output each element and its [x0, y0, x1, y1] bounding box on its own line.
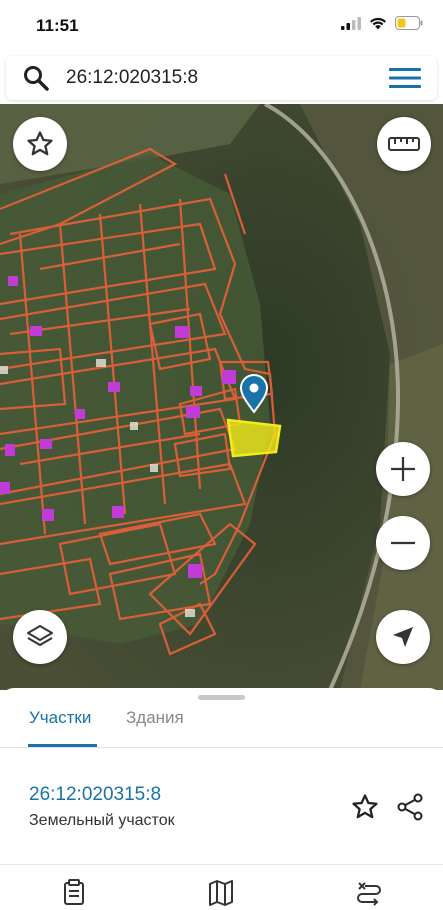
tab-buildings[interactable]: Здания	[126, 708, 184, 728]
layers-button[interactable]	[13, 610, 67, 664]
satellite-map[interactable]	[0, 104, 443, 690]
sheet-handle[interactable]	[198, 695, 245, 700]
star-icon	[27, 131, 53, 156]
status-bar: 11:51	[0, 0, 443, 52]
tab-parcels[interactable]: Участки	[29, 708, 91, 728]
plus-icon	[391, 457, 415, 481]
status-time: 11:51	[36, 16, 79, 35]
search-icon[interactable]	[22, 64, 50, 92]
tab-bar: Участки Здания	[0, 706, 443, 748]
parcel-type: Земельный участок	[29, 812, 175, 829]
search-input[interactable]: 26:12:020315:8	[66, 67, 198, 89]
share-icon[interactable]	[395, 792, 425, 822]
layers-icon	[27, 625, 53, 646]
selected-parcel[interactable]	[226, 418, 282, 458]
minus-icon	[391, 541, 415, 545]
wifi-icon	[370, 17, 386, 29]
navigation-arrow-icon	[393, 627, 413, 647]
ruler-button[interactable]	[377, 117, 431, 171]
zoom-in-button[interactable]	[376, 442, 430, 496]
zoom-out-button[interactable]	[376, 516, 430, 570]
bottom-navigation	[0, 864, 443, 910]
favorite-button[interactable]	[13, 117, 67, 171]
parcel-cadastral-number[interactable]: 26:12:020315:8	[29, 784, 161, 806]
ruler-icon	[388, 137, 420, 151]
route-icon[interactable]	[354, 875, 384, 910]
star-icon[interactable]	[350, 792, 380, 822]
map-view[interactable]	[0, 104, 443, 690]
clipboard-icon[interactable]	[59, 875, 89, 910]
map-icon[interactable]	[206, 875, 236, 910]
menu-icon[interactable]	[389, 66, 421, 90]
signal-icon	[341, 16, 361, 30]
battery-icon	[395, 16, 423, 30]
locate-button[interactable]	[376, 610, 430, 664]
search-bar[interactable]: 26:12:020315:8	[6, 56, 437, 100]
status-indicators	[341, 16, 423, 30]
active-tab-indicator	[28, 744, 97, 747]
